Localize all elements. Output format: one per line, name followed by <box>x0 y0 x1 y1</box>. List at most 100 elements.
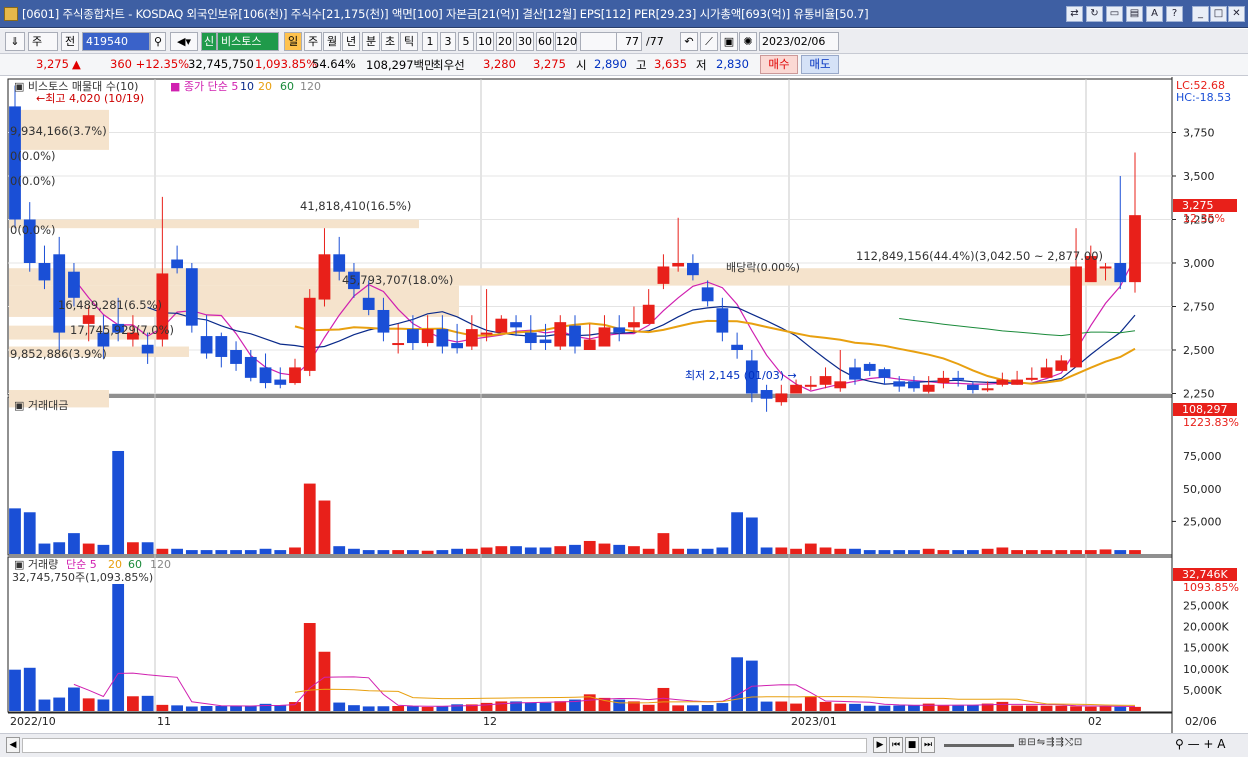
speaker-icon[interactable]: ◀▾ <box>170 32 198 51</box>
scroll-bar[interactable]: ◀ ▶ ⏮ ■ ⏭ ⊞⊟⇋⇶⇶⤭⊡ ⚲ — + A <box>0 733 1248 757</box>
amount-bar <box>642 548 655 554</box>
scroll-left-icon[interactable]: ◀ <box>6 737 20 753</box>
pin-icon[interactable]: ⇓ <box>5 32 25 51</box>
amount-bar <box>407 550 419 554</box>
candle-body <box>392 343 405 346</box>
high-annotation: ←최고 4,020 (10/19) <box>36 92 144 105</box>
x-axis-label: 2023/01 <box>791 715 837 728</box>
candle-body <box>554 322 567 347</box>
last-icon[interactable]: ⏭ <box>921 737 935 753</box>
stock-name[interactable]: 비스토스 <box>217 32 279 51</box>
zoom-tools-icon[interactable]: ⚲ — + A <box>1175 737 1226 751</box>
tool-arrow-icon[interactable]: ↶ <box>680 32 698 51</box>
minute-5[interactable]: 5 <box>458 32 474 51</box>
bid-price: 3,280 <box>483 57 516 71</box>
period-year[interactable]: 년 <box>342 32 360 51</box>
minute-10[interactable]: 10 <box>476 32 494 51</box>
period-second[interactable]: 초 <box>381 32 399 51</box>
volume-bar <box>1040 705 1053 711</box>
period-day[interactable]: 일 <box>284 32 302 51</box>
minute-120[interactable]: 120 <box>555 32 577 51</box>
print-icon[interactable]: ▤ <box>1126 6 1143 22</box>
copy-window-icon[interactable]: ▭ <box>1106 6 1123 22</box>
candle-body <box>465 329 478 347</box>
volume-bar <box>1099 706 1112 711</box>
volume: 32,745,750 <box>188 57 254 71</box>
chart-svg[interactable]: ▣ 비스토스 매물대 수(10) ■ 종가 단순 5 10 20 60 120 LC:52.… <box>0 77 1248 733</box>
volume-value-text: 32,745,750주(1,093.85%) <box>12 571 153 584</box>
chart-area[interactable]: ▣ 비스토스 매물대 수(10) ■ 종가 단순 5 10 20 60 120 LC:52.… <box>0 77 1248 733</box>
stop-icon[interactable]: ■ <box>905 737 919 753</box>
amount-bar <box>362 550 375 554</box>
trade-amount: 108,297백만 <box>366 58 435 72</box>
minute-3[interactable]: 3 <box>440 32 456 51</box>
search-icon[interactable]: ⚲ <box>150 32 166 51</box>
volume-bar <box>215 705 228 711</box>
save-icon[interactable]: ▣ <box>720 32 738 51</box>
period-month[interactable]: 월 <box>323 32 341 51</box>
candle-body <box>760 390 773 399</box>
candle-body <box>244 356 257 378</box>
tool-line-icon[interactable]: ⟋ <box>700 32 718 51</box>
code-input[interactable]: 419540 <box>82 32 150 51</box>
volume-ma-period: 60 <box>128 558 142 571</box>
period-minute[interactable]: 분 <box>362 32 380 51</box>
volume-bar <box>112 583 125 711</box>
refresh-icon[interactable]: ↻ <box>1086 6 1103 22</box>
sell-button[interactable]: 매도 <box>801 55 839 74</box>
count-input[interactable]: 77 <box>616 32 642 51</box>
volume-bar <box>333 702 346 711</box>
period-week[interactable]: 주 <box>304 32 322 51</box>
candle-body <box>215 336 228 357</box>
first-icon[interactable]: ⏮ <box>889 737 903 753</box>
minute-60[interactable]: 60 <box>536 32 554 51</box>
amount-bar <box>863 550 876 554</box>
zoom-slider[interactable] <box>944 744 1014 747</box>
type-select[interactable]: 주 <box>28 32 58 51</box>
volume-ma-title: 단순 5 <box>66 558 97 571</box>
volume-bar <box>230 705 242 711</box>
period-tick[interactable]: 틱 <box>400 32 418 51</box>
volume-profile-bar <box>9 268 1119 286</box>
date-input[interactable]: 2023/02/06 <box>759 32 839 51</box>
scroll-track[interactable] <box>22 738 867 753</box>
volume-bar <box>613 699 626 711</box>
candle-body <box>775 393 788 403</box>
close-button[interactable]: ✕ <box>1228 6 1245 22</box>
open-label: 시 <box>576 58 587 72</box>
volume-bar <box>731 657 743 711</box>
buy-button[interactable]: 매수 <box>760 55 798 74</box>
minute-1[interactable]: 1 <box>422 32 438 51</box>
volume-bar <box>1070 706 1082 711</box>
candle-body <box>613 327 626 333</box>
settings-icon[interactable]: ✺ <box>739 32 757 51</box>
amount-bar <box>127 542 139 554</box>
volume-bar <box>1025 705 1038 711</box>
volume-tick-label: 10,000K <box>1183 663 1229 676</box>
maximize-button[interactable]: □ <box>1210 6 1227 22</box>
volume-bar <box>436 706 449 711</box>
candle-body <box>53 254 66 333</box>
volume-bar <box>1055 705 1068 711</box>
profile-label: 9,934,166(3.7%) <box>10 124 107 138</box>
candle-body <box>200 336 213 354</box>
amount-bar <box>539 547 552 554</box>
minute-30[interactable]: 30 <box>516 32 534 51</box>
link-icon[interactable]: ⇄ <box>1066 6 1083 22</box>
prev-button[interactable]: 전 <box>61 32 79 51</box>
amount-bar <box>554 546 567 554</box>
scroll-right-icon[interactable]: ▶ <box>873 737 887 753</box>
price-tick-label: 2,250 <box>1183 388 1215 401</box>
help-icon[interactable]: ? <box>1166 6 1183 22</box>
amount-bar <box>1055 550 1068 554</box>
candle-body <box>922 384 935 392</box>
ask-price: 3,275 <box>533 57 566 71</box>
minute-20[interactable]: 20 <box>496 32 514 51</box>
minimize-button[interactable]: _ <box>1192 6 1209 22</box>
font-icon[interactable]: A <box>1146 6 1163 22</box>
candle-body <box>908 381 920 389</box>
drawing-tools-icon[interactable]: ⊞⊟⇋⇶⇶⤭⊡ <box>1018 737 1083 748</box>
amount-bar <box>672 548 685 554</box>
volume-bar <box>642 704 655 711</box>
volume-bar <box>863 705 876 711</box>
